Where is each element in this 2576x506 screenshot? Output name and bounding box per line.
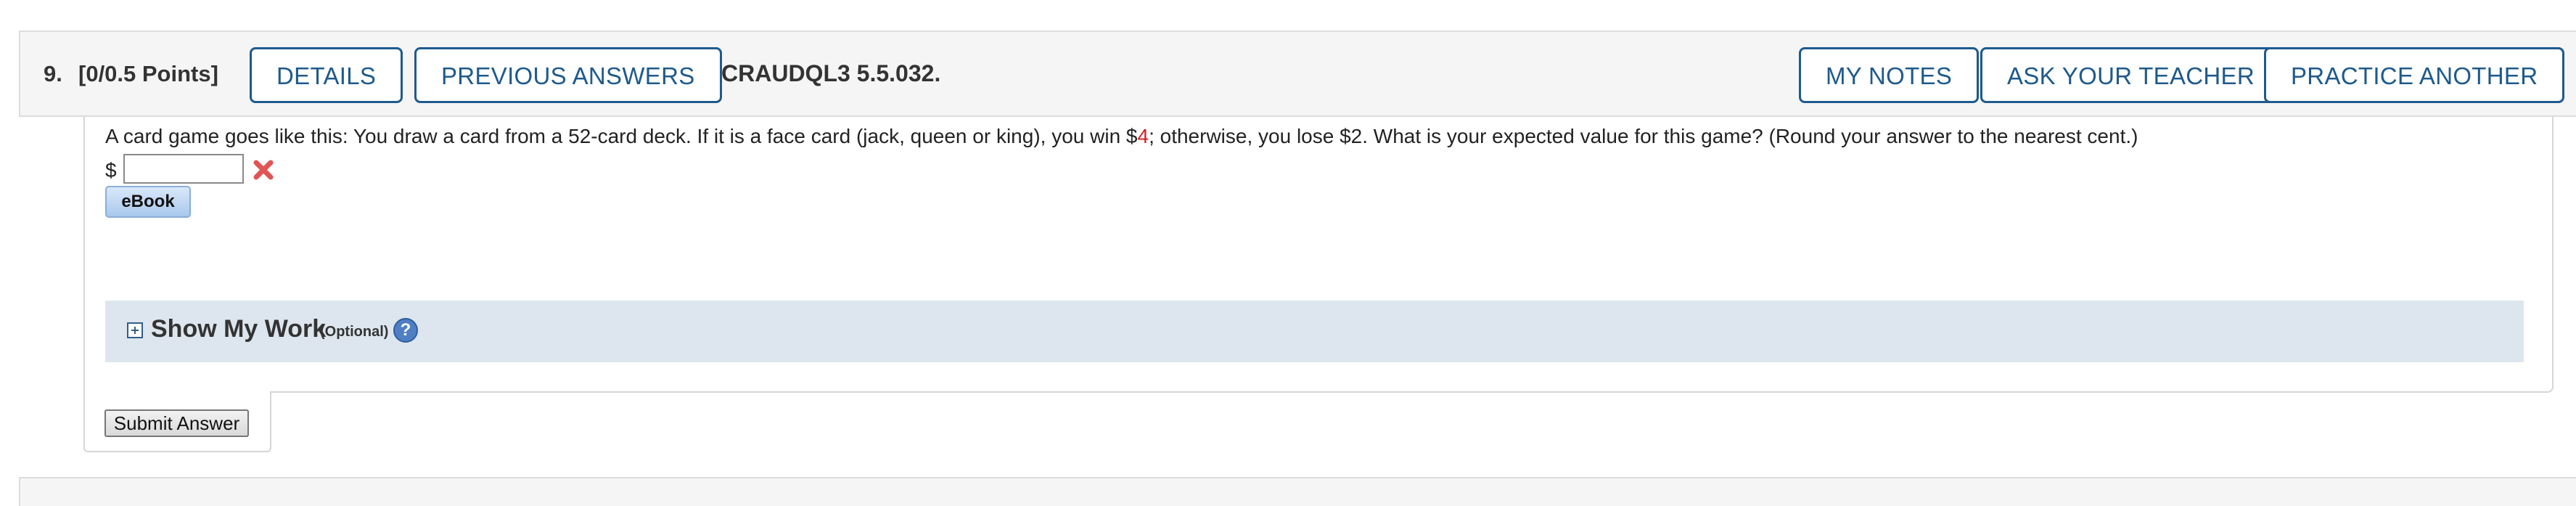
question-code: CRAUDQL3 5.5.032. — [721, 60, 941, 86]
question-points: [0/0.5 Points] — [78, 61, 218, 86]
show-my-work-title[interactable]: Show My Work — [151, 315, 326, 343]
submit-answer-button[interactable]: Submit Answer — [104, 409, 249, 437]
show-my-work-panel[interactable]: Show My Work (Optional) ? — [105, 301, 2524, 362]
my-notes-button[interactable]: MY NOTES — [1799, 47, 1980, 103]
ask-your-teacher-button[interactable]: ASK YOUR TEACHER — [1980, 47, 2282, 103]
question-highlight-value: 4 — [1137, 125, 1149, 147]
previous-answers-button[interactable]: PREVIOUS ANSWERS — [414, 47, 722, 103]
practice-another-button[interactable]: PRACTICE ANOTHER — [2264, 47, 2565, 103]
next-question-header — [19, 477, 2576, 506]
question-text: A card game goes like this: You draw a c… — [105, 125, 2138, 148]
expand-plus-icon[interactable] — [127, 322, 143, 338]
red-x-icon — [253, 160, 274, 180]
ebook-button[interactable]: eBook — [105, 186, 191, 218]
show-my-work-optional: (Optional) — [320, 324, 389, 340]
question-number: 9. — [44, 61, 62, 86]
question-header: 9. [0/0.5 Points] DETAILS PREVIOUS ANSWE… — [19, 30, 2576, 117]
question-text-before: A card game goes like this: You draw a c… — [105, 125, 1138, 147]
answer-prefix: $ — [105, 159, 117, 181]
answer-input[interactable] — [123, 154, 244, 184]
question-text-after: ; otherwise, you lose $2. What is your e… — [1149, 125, 2138, 147]
details-button[interactable]: DETAILS — [250, 47, 403, 103]
help-icon[interactable]: ? — [393, 318, 418, 343]
